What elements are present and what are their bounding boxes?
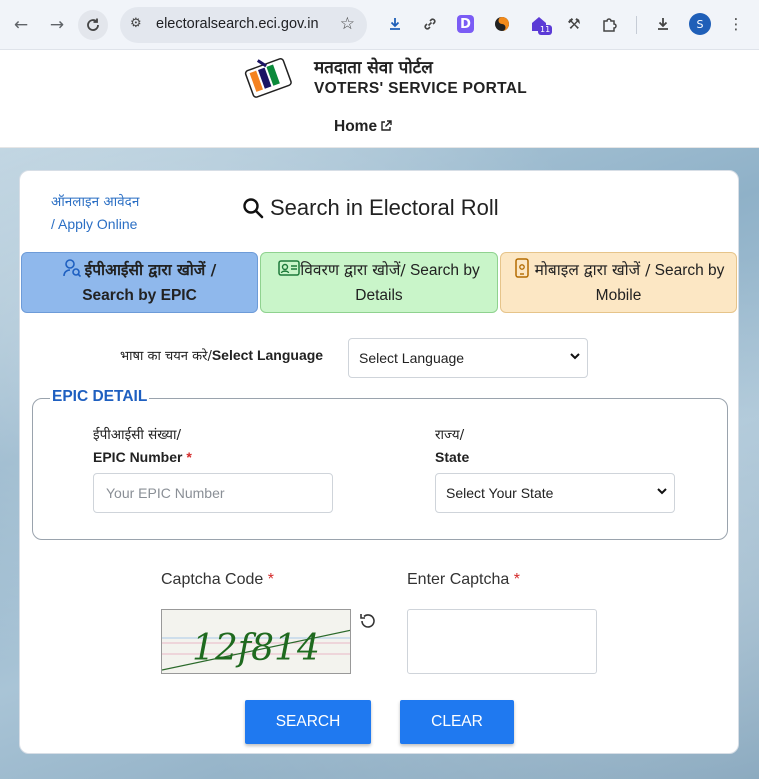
captcha-input[interactable]	[407, 609, 597, 674]
required-mark: *	[186, 449, 192, 465]
language-select-value: Select Language	[359, 350, 465, 366]
d-extension-icon[interactable]: D	[457, 15, 474, 33]
epic-detail-legend: EPIC DETAIL	[50, 388, 150, 406]
tab-epic-hindi: ईपीआईसी द्वारा खोजें /	[84, 261, 217, 279]
apply-online-link[interactable]: ऑनलाइन आवेदन / Apply Online	[51, 191, 139, 235]
page-title-text: Search in Electoral Roll	[270, 195, 499, 220]
browser-toolbar: ← → ⚙ electoralsearch.eci.gov.in ☆ D 11 …	[0, 0, 759, 50]
clear-button[interactable]: CLEAR	[400, 700, 514, 744]
state-label-hindi: राज्य/	[435, 427, 465, 443]
refresh-captcha-icon[interactable]	[358, 611, 378, 631]
external-link-icon	[380, 119, 392, 135]
forward-arrow-icon[interactable]: →	[42, 10, 72, 40]
language-label-english: Select Language	[211, 347, 324, 363]
tab-search-by-details[interactable]: विवरण द्वारा खोजें/ Search by Details	[260, 252, 498, 313]
toolbar-separator	[636, 16, 637, 34]
hammer-pick-icon[interactable]: ⚒	[563, 13, 585, 35]
epic-detail-fieldset	[32, 398, 728, 540]
search-icon	[243, 198, 264, 219]
tab-details-english-1: Search by	[409, 262, 480, 279]
enter-captcha-label: Enter Captcha *	[407, 571, 520, 589]
language-label-hindi: भाषा का चयन करे/	[120, 349, 212, 364]
epic-number-input[interactable]: Your EPIC Number	[93, 473, 333, 513]
state-label-english: State	[435, 449, 470, 465]
state-label: राज्य/ State	[435, 424, 469, 468]
state-select-value: Select Your State	[446, 485, 554, 501]
swirl-extension-icon[interactable]	[491, 13, 513, 35]
search-button[interactable]: SEARCH	[245, 700, 371, 744]
site-info-icon[interactable]: ⚙	[130, 16, 142, 31]
tab-search-by-epic[interactable]: ईपीआईसी द्वारा खोजें / Search by EPIC	[21, 252, 258, 313]
state-select[interactable]: Select Your State	[435, 473, 675, 513]
tab-mobile-hindi: मोबाइल द्वारा खोजें /	[534, 261, 651, 279]
id-card-icon	[278, 258, 301, 278]
search-card: ऑनलाइन आवेदन / Apply Online Search in El…	[19, 170, 739, 754]
url-text: electoralsearch.eci.gov.in	[156, 16, 319, 32]
bookmark-star-icon[interactable]: ☆	[340, 14, 355, 34]
menu-dots-icon[interactable]: ⋮	[725, 13, 747, 35]
tab-search-by-mobile[interactable]: मोबाइल द्वारा खोजें / Search by Mobile	[500, 252, 737, 313]
chevron-down-icon	[656, 485, 668, 500]
home-link-label: Home	[334, 118, 378, 135]
tab-details-english-2: Details	[355, 287, 403, 304]
user-search-icon	[62, 258, 81, 278]
epic-number-label: ईपीआईसी संख्या/ EPIC Number *	[93, 424, 192, 468]
tab-mobile-english-2: Mobile	[595, 287, 642, 304]
home-link[interactable]: Home	[334, 118, 392, 136]
language-label: भाषा का चयन करे/Select Language	[120, 346, 323, 364]
puzzle-extensions-icon[interactable]	[598, 13, 620, 35]
apply-online-english: / Apply Online	[51, 216, 138, 232]
required-mark: *	[513, 571, 520, 588]
downloads-icon[interactable]	[652, 13, 674, 35]
epic-number-label-english: EPIC Number	[93, 449, 183, 465]
profile-avatar[interactable]: S	[689, 13, 711, 35]
address-bar[interactable]: ⚙ electoralsearch.eci.gov.in ☆	[120, 7, 367, 43]
mobile-phone-icon	[513, 258, 531, 278]
captcha-text: 12f814	[192, 628, 320, 669]
chevron-down-icon	[569, 350, 581, 365]
captcha-code-label-text: Captcha Code	[161, 571, 264, 588]
link-icon[interactable]	[419, 13, 441, 35]
page-title: Search in Electoral Roll	[242, 195, 499, 221]
site-header: मतदाता सेवा पोर्टल VOTERS' SERVICE PORTA…	[0, 50, 759, 148]
back-arrow-icon[interactable]: ←	[6, 10, 36, 40]
required-mark: *	[267, 571, 274, 588]
enter-captcha-label-text: Enter Captcha	[407, 571, 510, 588]
reload-icon[interactable]	[78, 10, 108, 40]
portal-title-hindi: मतदाता सेवा पोर्टल	[314, 58, 433, 78]
epic-number-placeholder: Your EPIC Number	[106, 485, 225, 501]
eci-logo	[244, 58, 292, 98]
language-select[interactable]: Select Language	[348, 338, 588, 378]
apply-online-hindi: ऑनलाइन आवेदन	[51, 194, 140, 210]
tab-epic-english: Search by EPIC	[82, 287, 197, 304]
download-icon[interactable]	[384, 13, 406, 35]
tab-details-hindi: विवरण द्वारा खोजें/	[300, 261, 406, 279]
captcha-image: 12f814	[161, 609, 351, 674]
extension-badge: 11	[538, 25, 553, 35]
epic-number-label-hindi: ईपीआईसी संख्या/	[93, 427, 182, 443]
house-extension-icon[interactable]: 11	[528, 13, 553, 35]
captcha-code-label: Captcha Code *	[161, 571, 274, 589]
tab-mobile-english-1: Search by	[654, 262, 725, 279]
portal-title-english: VOTERS' SERVICE PORTAL	[314, 80, 527, 97]
